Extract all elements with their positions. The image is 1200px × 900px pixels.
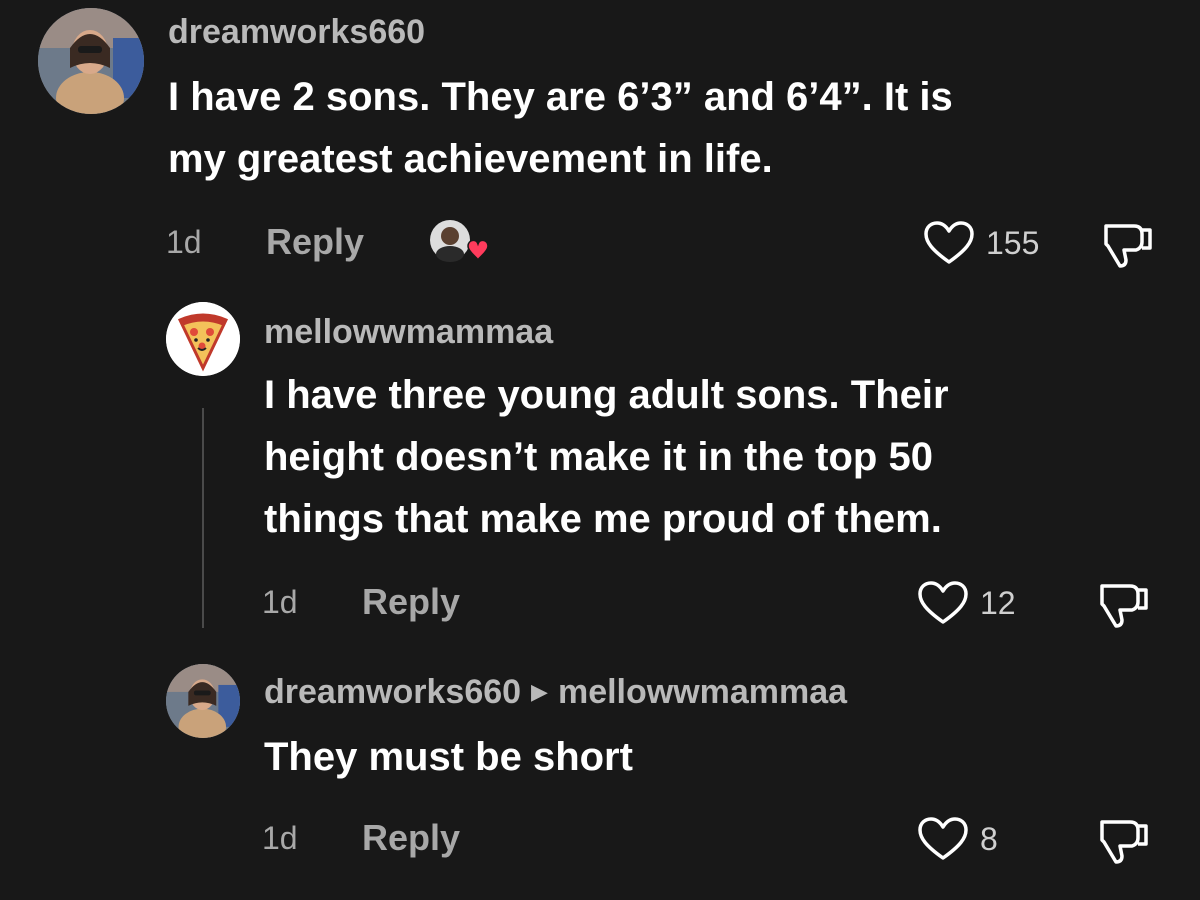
- dislike-button[interactable]: [1100, 220, 1156, 275]
- avatar-dreamworks660[interactable]: [38, 8, 144, 114]
- thumbs-down-icon: [1100, 584, 1148, 628]
- heart-outline-icon: [918, 581, 968, 624]
- comment-text: I have three young adult sons. Their hei…: [264, 364, 1164, 550]
- comment-text: I have 2 sons. They are 6’3” and 6’4”. I…: [168, 66, 1148, 190]
- avatar-mellowwmammaa[interactable]: [166, 302, 240, 376]
- heart-outline-icon: [924, 221, 974, 264]
- like-button[interactable]: 12: [916, 580, 1016, 626]
- profile-photo-icon: [166, 664, 240, 738]
- creator-avatar-heart-icon: [430, 220, 489, 262]
- reply-to-username[interactable]: mellowwmammaa: [558, 672, 847, 712]
- dislike-button[interactable]: [1096, 816, 1152, 871]
- thumbs-down-icon: [1104, 224, 1152, 268]
- avatar-dreamworks660[interactable]: [166, 664, 240, 738]
- comment-text: They must be short: [264, 726, 1164, 788]
- pizza-icon: [166, 302, 240, 376]
- comment-text-line: I have 2 sons. They are 6’3” and 6’4”. I…: [168, 75, 953, 119]
- comment-text-line: height doesn’t make it in the top 50: [264, 435, 933, 479]
- like-button[interactable]: 155: [922, 220, 1039, 266]
- comment-text-line: I have three young adult sons. Their: [264, 373, 949, 417]
- comment-username[interactable]: mellowwmammaa: [264, 312, 553, 352]
- creator-liked-badge: [428, 216, 489, 268]
- comment-text-line: my greatest achievement in life.: [168, 137, 773, 181]
- comment-timestamp: 1d: [262, 584, 298, 620]
- triangle-right-icon: ▶: [531, 679, 548, 704]
- like-count: 155: [986, 225, 1040, 261]
- comment-timestamp: 1d: [262, 820, 298, 856]
- reply-button[interactable]: Reply: [362, 818, 460, 858]
- comment-text-line: They must be short: [264, 735, 633, 779]
- heart-outline-icon: [918, 817, 968, 860]
- dislike-button[interactable]: [1096, 580, 1152, 635]
- like-button[interactable]: 8: [916, 816, 998, 862]
- like-count: 12: [980, 585, 1016, 621]
- comment-timestamp: 1d: [166, 224, 202, 260]
- reply-header: dreamworks660 ▶ mellowwmammaa: [264, 672, 847, 712]
- comment-text-line: things that make me proud of them.: [264, 497, 942, 541]
- comment-username[interactable]: dreamworks660: [264, 672, 521, 712]
- comment-username[interactable]: dreamworks660: [168, 12, 425, 52]
- like-count: 8: [980, 821, 998, 857]
- thumbs-down-icon: [1100, 820, 1148, 864]
- reply-button[interactable]: Reply: [362, 582, 460, 622]
- reply-button[interactable]: Reply: [266, 222, 364, 262]
- profile-photo-icon: [38, 8, 144, 114]
- thread-line: [202, 408, 204, 628]
